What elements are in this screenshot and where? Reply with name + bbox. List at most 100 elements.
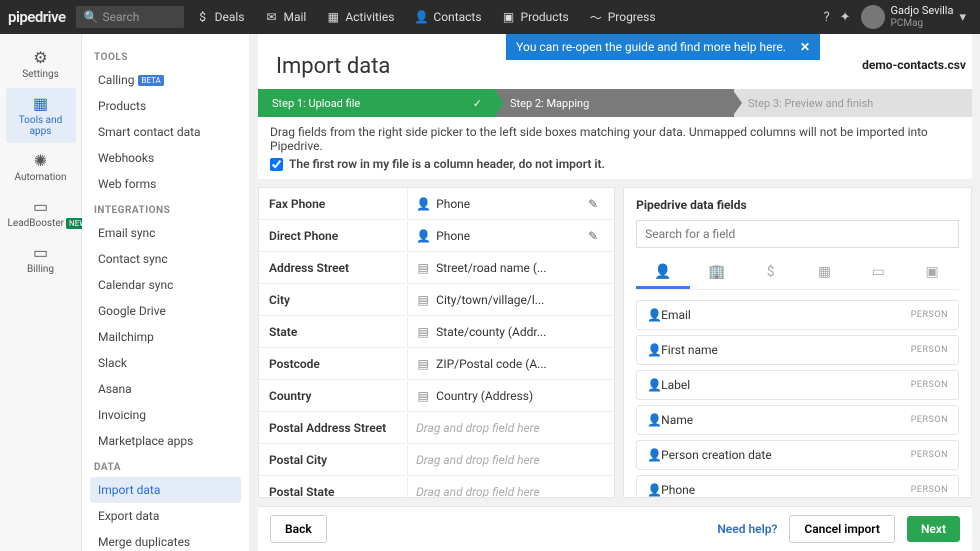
sidebar-item-smart-contact[interactable]: Smart contact data	[90, 119, 241, 145]
sidebar-item-marketplace[interactable]: Marketplace apps	[90, 428, 241, 454]
mapping-row[interactable]: Postal StateDrag and drop field here	[259, 476, 614, 498]
nav-activities[interactable]: ▦Activities	[318, 0, 402, 34]
header-checkbox-label[interactable]: The first row in my file is a column hea…	[270, 157, 960, 171]
target-field[interactable]: Drag and drop field here	[408, 477, 614, 499]
sidebar-item-asana[interactable]: Asana	[90, 376, 241, 402]
nav-progress[interactable]: 〜Progress	[581, 0, 664, 34]
mapping-row[interactable]: Postal Address StreetDrag and drop field…	[259, 412, 614, 444]
field-item[interactable]: 👤LabelPERSON	[636, 370, 959, 400]
field-icon: ▤	[416, 357, 430, 371]
target-field[interactable]: 👤Phone✎	[408, 189, 614, 219]
source-column: City	[259, 285, 408, 315]
help-icon[interactable]: ?	[823, 10, 829, 25]
sidebar-item-import[interactable]: Import data	[90, 477, 241, 503]
footer: Back Need help? Cancel import Next	[258, 506, 972, 551]
banner-text: You can re-open the guide and find more …	[516, 40, 786, 54]
back-button[interactable]: Back	[270, 515, 327, 543]
person-icon: 👤	[416, 229, 430, 243]
search-icon: 🔍	[84, 10, 99, 24]
field-item[interactable]: 👤PhonePERSON	[636, 475, 959, 498]
target-field[interactable]: 👤Phone✎	[408, 221, 614, 251]
nav-contacts[interactable]: 👤Contacts	[406, 0, 489, 34]
nav-products[interactable]: ▣Products	[494, 0, 577, 34]
sidebar-item-invoicing[interactable]: Invoicing	[90, 402, 241, 428]
field-item[interactable]: 👤First namePERSON	[636, 335, 959, 365]
fields-title: Pipedrive data fields	[636, 198, 959, 212]
help-banner: You can re-open the guide and find more …	[506, 34, 820, 60]
sidebar-item-webforms[interactable]: Web forms	[90, 171, 241, 197]
sidebar-item-emailsync[interactable]: Email sync	[90, 220, 241, 246]
sidebar-item-slack[interactable]: Slack	[90, 350, 241, 376]
rail-automation[interactable]: ✺Automation	[6, 145, 76, 189]
field-item[interactable]: 👤EmailPERSON	[636, 300, 959, 330]
beta-badge: BETA	[138, 75, 163, 86]
field-icon: ▤	[416, 261, 430, 275]
section-tools: TOOLS	[94, 52, 237, 63]
field-item[interactable]: 👤NamePERSON	[636, 405, 959, 435]
edit-icon[interactable]: ✎	[588, 229, 606, 243]
mapping-row[interactable]: Postcode▤ZIP/Postal code (A...	[259, 348, 614, 380]
nav-deals[interactable]: $Deals	[188, 0, 253, 34]
target-field[interactable]: ▤Country (Address)	[408, 381, 614, 411]
global-search[interactable]: 🔍 Search	[76, 6, 184, 28]
tab-org[interactable]: 🏢	[690, 258, 744, 289]
target-field[interactable]: ▤City/town/village/l...	[408, 285, 614, 315]
field-tag: PERSON	[911, 345, 948, 355]
header-checkbox[interactable]	[270, 158, 283, 171]
grid-icon: ▦	[8, 94, 74, 113]
tab-deal[interactable]: $	[744, 258, 798, 289]
tab-product[interactable]: ▣	[905, 258, 959, 289]
box-icon: ▣	[502, 10, 516, 24]
field-tag: PERSON	[911, 450, 948, 460]
rail-tools[interactable]: ▦Tools and apps	[6, 88, 76, 143]
card-icon: ▭	[8, 243, 74, 262]
target-field[interactable]: Drag and drop field here	[408, 445, 614, 475]
nav-mail[interactable]: ✉Mail	[256, 0, 314, 34]
close-icon[interactable]: ✕	[800, 40, 810, 54]
mapping-row[interactable]: State▤State/county (Addr...	[259, 316, 614, 348]
sidebar-item-googledrive[interactable]: Google Drive	[90, 298, 241, 324]
sidebar-item-webhooks[interactable]: Webhooks	[90, 145, 241, 171]
field-tag: PERSON	[911, 485, 948, 495]
mapping-row[interactable]: Address Street▤Street/road name (...	[259, 252, 614, 284]
sidebar-item-products[interactable]: Products	[90, 93, 241, 119]
sidebar-item-mailchimp[interactable]: Mailchimp	[90, 324, 241, 350]
sidebar-item-export[interactable]: Export data	[90, 503, 241, 529]
sidebar-item-merge[interactable]: Merge duplicates	[90, 529, 241, 551]
sidebar-item-contactsync[interactable]: Contact sync	[90, 246, 241, 272]
field-item[interactable]: 👤Person creation datePERSON	[636, 440, 959, 470]
edit-icon[interactable]: ✎	[588, 197, 606, 211]
mapping-row[interactable]: Fax Phone👤Phone✎	[259, 188, 614, 220]
sidebar-item-calendarsync[interactable]: Calendar sync	[90, 272, 241, 298]
target-field[interactable]: ▤ZIP/Postal code (A...	[408, 349, 614, 379]
step-mapping[interactable]: Step 2: Mapping	[496, 89, 734, 117]
logo[interactable]: pipedrive	[6, 8, 72, 26]
rail-leadbooster[interactable]: ▭LeadBoosterNEW	[6, 191, 76, 235]
cancel-import-button[interactable]: Cancel import	[789, 515, 895, 543]
target-field[interactable]: ▤Street/road name (...	[408, 253, 614, 283]
need-help-link[interactable]: Need help?	[717, 522, 777, 536]
tips-icon[interactable]: ✦	[840, 10, 851, 25]
step-upload[interactable]: Step 1: Upload file✓	[258, 89, 496, 117]
mapping-row[interactable]: City▤City/town/village/l...	[259, 284, 614, 316]
next-button[interactable]: Next	[907, 516, 960, 542]
field-label: Name	[661, 413, 693, 427]
person-icon: 👤	[647, 448, 661, 462]
field-icon: ▤	[416, 389, 430, 403]
field-search-input[interactable]	[636, 220, 959, 248]
mapping-row[interactable]: Postal CityDrag and drop field here	[259, 444, 614, 476]
person-icon: 👤	[654, 264, 671, 280]
tab-person[interactable]: 👤	[636, 258, 690, 289]
tab-activity[interactable]: ▦	[798, 258, 852, 289]
field-tag: PERSON	[911, 310, 948, 320]
target-field[interactable]: Drag and drop field here	[408, 413, 614, 443]
sidebar-item-calling[interactable]: CallingBETA	[90, 67, 241, 93]
tab-note[interactable]: ▭	[851, 258, 905, 289]
user-menu[interactable]: Gadjo SevillaPCMag ▾	[861, 5, 966, 29]
mapping-row[interactable]: Direct Phone👤Phone✎	[259, 220, 614, 252]
target-field[interactable]: ▤State/county (Addr...	[408, 317, 614, 347]
source-column: State	[259, 317, 408, 347]
rail-settings[interactable]: ⚙Settings	[6, 42, 76, 86]
rail-billing[interactable]: ▭Billing	[6, 237, 76, 281]
mapping-row[interactable]: Country▤Country (Address)	[259, 380, 614, 412]
